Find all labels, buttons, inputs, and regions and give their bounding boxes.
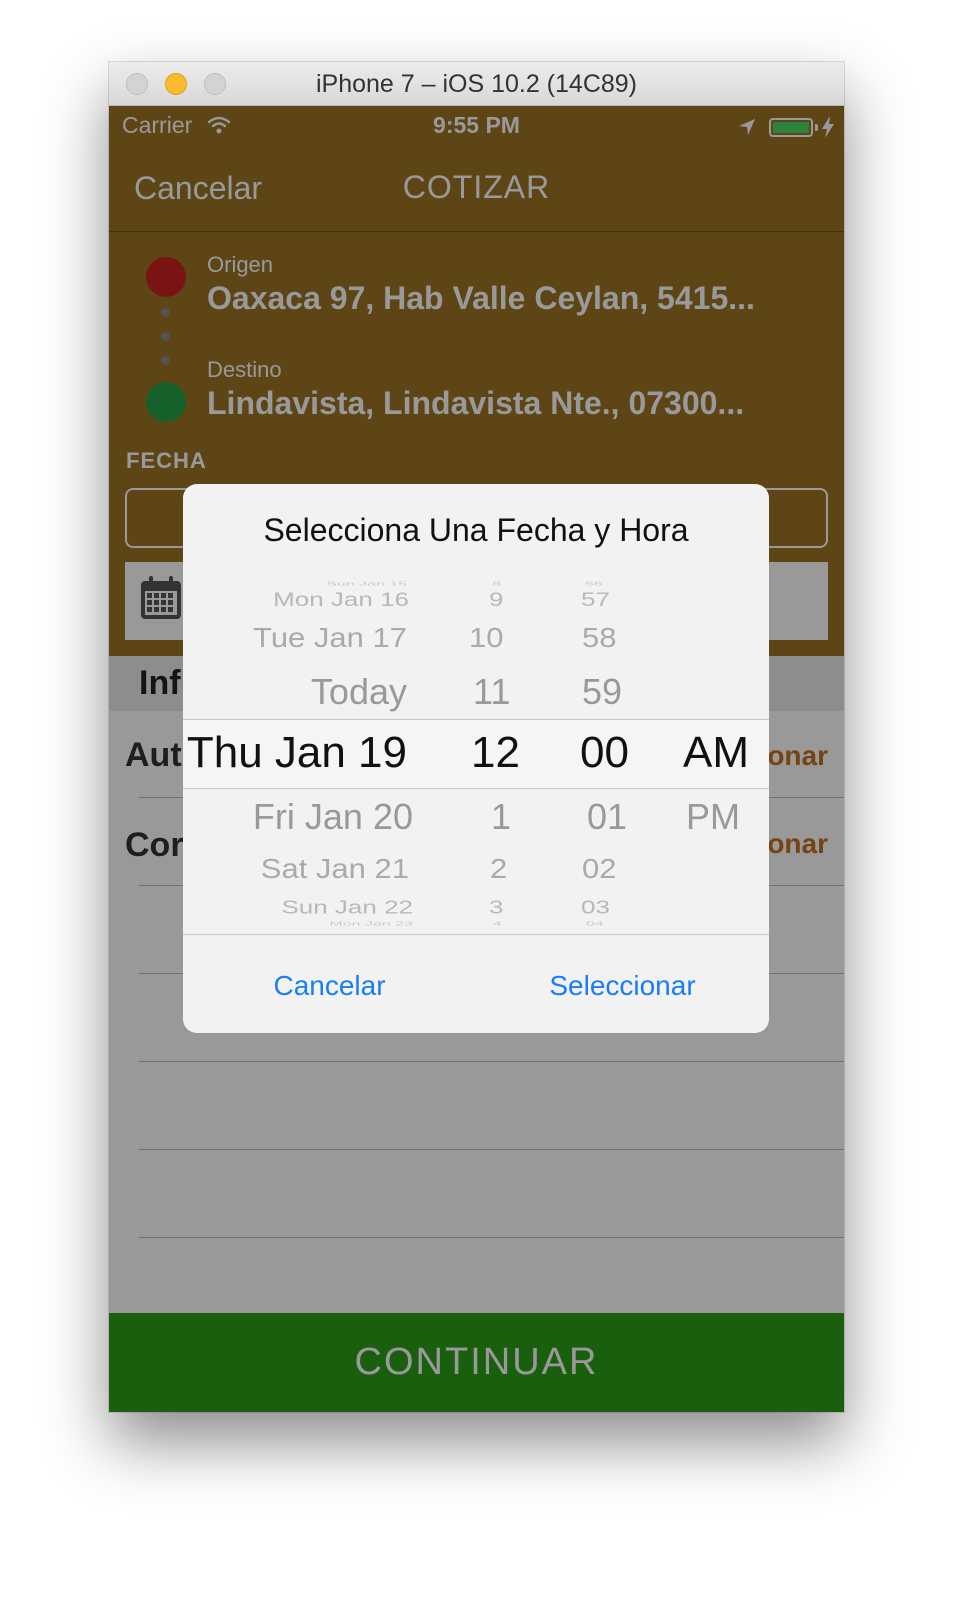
picker-minute-item[interactable]: 57 [581, 589, 610, 609]
picker-date-item[interactable]: Today [311, 674, 407, 710]
picker-hour-item[interactable]: 8 [492, 581, 501, 587]
date-time-picker[interactable]: Sun Jan 15 Mon Jan 16 Tue Jan 17 Today T… [183, 578, 769, 934]
picker-hour-item[interactable]: 1 [491, 799, 511, 835]
picker-minute-item[interactable]: 02 [582, 855, 616, 883]
picker-minute-item[interactable]: 58 [582, 624, 616, 652]
picker-date-selected[interactable]: Thu Jan 19 [187, 731, 407, 775]
picker-minute-selected[interactable]: 00 [580, 731, 629, 775]
picker-date-item[interactable]: Fri Jan 20 [253, 799, 413, 835]
dialog-select-button[interactable]: Seleccionar [476, 970, 769, 1002]
window-titlebar: iPhone 7 – iOS 10.2 (14C89) [109, 62, 844, 106]
picker-hour-item[interactable]: 11 [473, 674, 510, 710]
picker-minute-item[interactable]: 03 [581, 898, 610, 916]
simulator-window: iPhone 7 – iOS 10.2 (14C89) Carrier 9:55… [109, 62, 844, 1412]
picker-hour-item[interactable]: 3 [489, 898, 503, 916]
picker-hour-item[interactable]: 2 [490, 855, 507, 883]
picker-hour-item[interactable]: 10 [469, 624, 503, 652]
picker-minute-item[interactable]: 59 [582, 674, 622, 710]
picker-am-selected[interactable]: AM [683, 731, 749, 775]
picker-minute-item[interactable]: 01 [587, 799, 627, 835]
picker-date-item[interactable]: Sun Jan 22 [281, 898, 413, 916]
picker-minute-item[interactable]: 04 [586, 921, 604, 927]
picker-date-item[interactable]: Tue Jan 17 [253, 624, 407, 652]
dialog-title: Selecciona Una Fecha y Hora [263, 512, 689, 548]
picker-date-item[interactable]: Mon Jan 23 [329, 921, 413, 927]
dialog-cancel-button[interactable]: Cancelar [183, 970, 476, 1002]
picker-hour-item[interactable]: 9 [489, 589, 503, 609]
picker-hour-selected[interactable]: 12 [471, 731, 520, 775]
phone-screen: Carrier 9:55 PM Cancelar COTIZAR Origen … [109, 106, 844, 1412]
picker-pm-item[interactable]: PM [686, 799, 740, 835]
window-title: iPhone 7 – iOS 10.2 (14C89) [315, 70, 638, 98]
picker-minute-item[interactable]: 56 [585, 581, 603, 587]
date-time-dialog: Selecciona Una Fecha y Hora Sun Jan 15 M… [183, 484, 769, 1033]
picker-date-item[interactable]: Mon Jan 16 [273, 589, 409, 609]
picker-hour-item[interactable]: 4 [493, 921, 502, 927]
picker-date-item[interactable]: Sat Jan 21 [261, 855, 409, 883]
picker-date-item[interactable]: Sun Jan 15 [326, 581, 407, 587]
dialog-separator [183, 934, 769, 935]
